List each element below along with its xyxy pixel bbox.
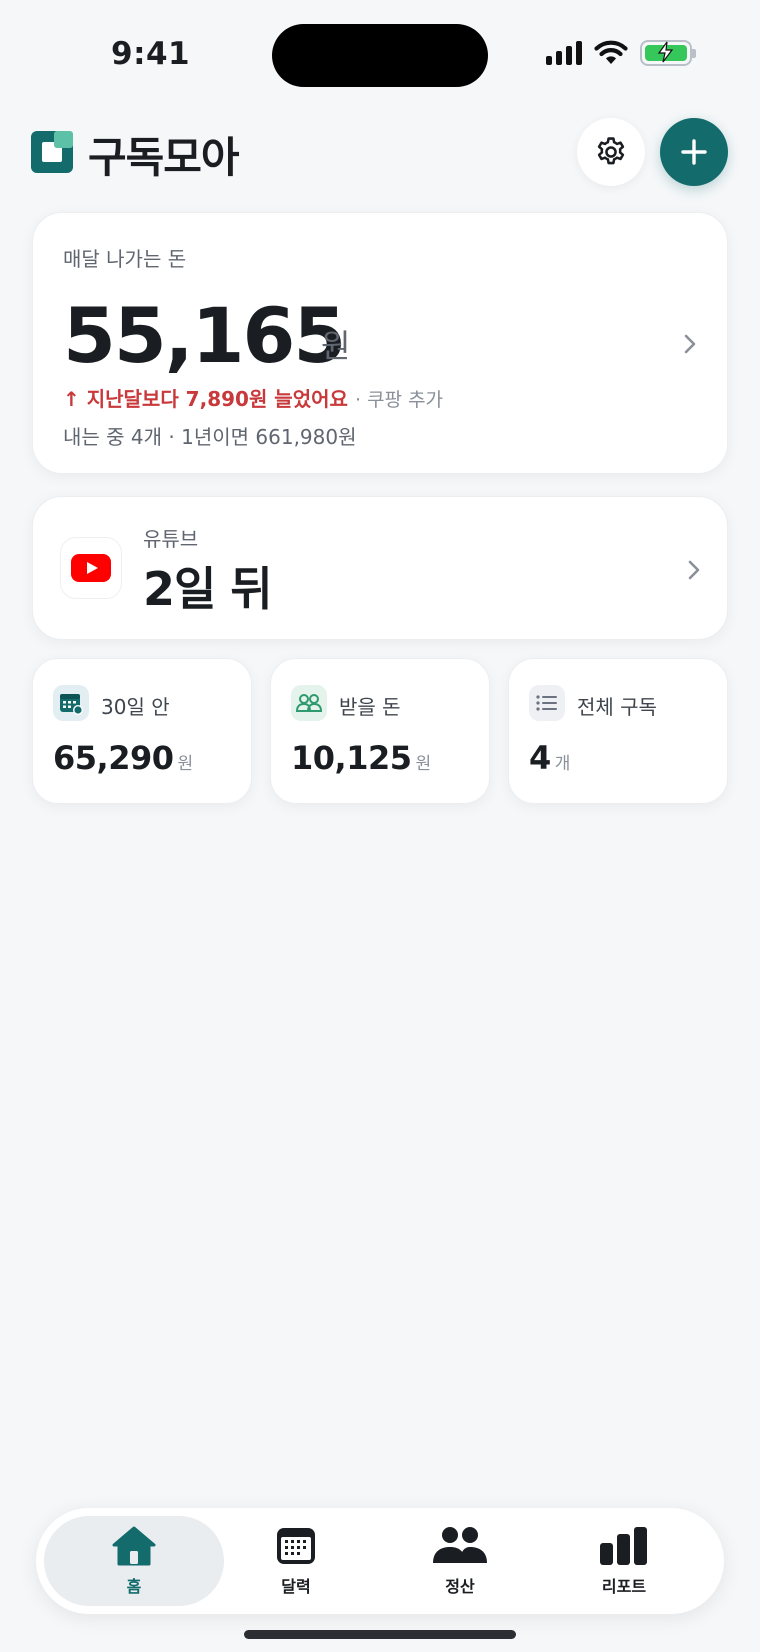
monthly-summary: 내는 중 4개 · 1년이면 661,980원	[63, 425, 357, 449]
wifi-icon	[594, 40, 628, 64]
tab-report[interactable]: 리포트	[534, 1516, 714, 1606]
stat-label: 전체 구독	[577, 695, 657, 719]
monthly-spending-card[interactable]: 매달 나가는 돈 55,165 원 ↑ 지난달보다 7,890원 늘었어요 · …	[32, 212, 728, 474]
battery-icon	[640, 40, 696, 66]
monthly-label: 매달 나가는 돈	[63, 247, 187, 271]
tab-label: 홈	[126, 1577, 142, 1596]
tab-calendar[interactable]: 달력	[206, 1516, 386, 1606]
status-icons	[546, 40, 696, 66]
chevron-right-icon	[688, 560, 700, 580]
home-icon	[112, 1526, 156, 1566]
settings-button[interactable]	[577, 118, 645, 186]
monthly-change: ↑ 지난달보다 7,890원 늘었어요	[63, 387, 348, 411]
tab-bar: 홈 달력 정산 리포트	[36, 1508, 724, 1614]
gear-icon	[597, 137, 625, 165]
app-logo-icon	[31, 131, 73, 173]
monthly-unit: 원	[321, 327, 351, 365]
people-icon	[433, 1527, 487, 1563]
youtube-icon	[71, 554, 111, 582]
plus-icon	[681, 139, 707, 165]
stat-value: 10,125 원	[291, 739, 431, 777]
next-payment-days: 2일 뒤	[143, 562, 273, 616]
cellular-signal-icon	[546, 41, 582, 65]
bar-chart-icon	[600, 1527, 647, 1565]
stat-card-total[interactable]: 전체 구독 4개	[508, 658, 728, 804]
home-indicator	[244, 1630, 516, 1639]
next-payment-card[interactable]: 유튜브 2일 뒤	[32, 496, 728, 640]
stat-card-receivable[interactable]: 받을 돈 10,125 원	[270, 658, 490, 804]
calendar-icon	[277, 1528, 315, 1564]
stat-value: 65,290 원	[53, 739, 193, 777]
tab-label: 정산	[445, 1577, 475, 1596]
tab-label: 달력	[281, 1577, 311, 1596]
stat-value: 4개	[529, 739, 570, 777]
stat-label: 30일 안	[101, 695, 170, 719]
people-icon	[291, 685, 327, 721]
service-logo	[60, 537, 122, 599]
status-time: 9:41	[111, 36, 191, 72]
tab-home[interactable]: 홈	[44, 1516, 224, 1606]
chevron-right-icon	[684, 334, 696, 354]
app-title: 구독모아	[88, 133, 240, 182]
dynamic-island	[272, 24, 488, 87]
stat-label: 받을 돈	[339, 695, 401, 719]
monthly-change-note: · 쿠팡 추가	[355, 389, 444, 411]
next-service-name: 유튜브	[143, 527, 199, 551]
monthly-amount: 55,165	[63, 291, 346, 380]
add-subscription-button[interactable]	[660, 118, 728, 186]
tab-settlement[interactable]: 정산	[370, 1516, 550, 1606]
list-icon	[529, 685, 565, 721]
stat-card-upcoming[interactable]: 30일 안 65,290 원	[32, 658, 252, 804]
calendar-icon	[53, 685, 89, 721]
tab-label: 리포트	[601, 1577, 647, 1596]
